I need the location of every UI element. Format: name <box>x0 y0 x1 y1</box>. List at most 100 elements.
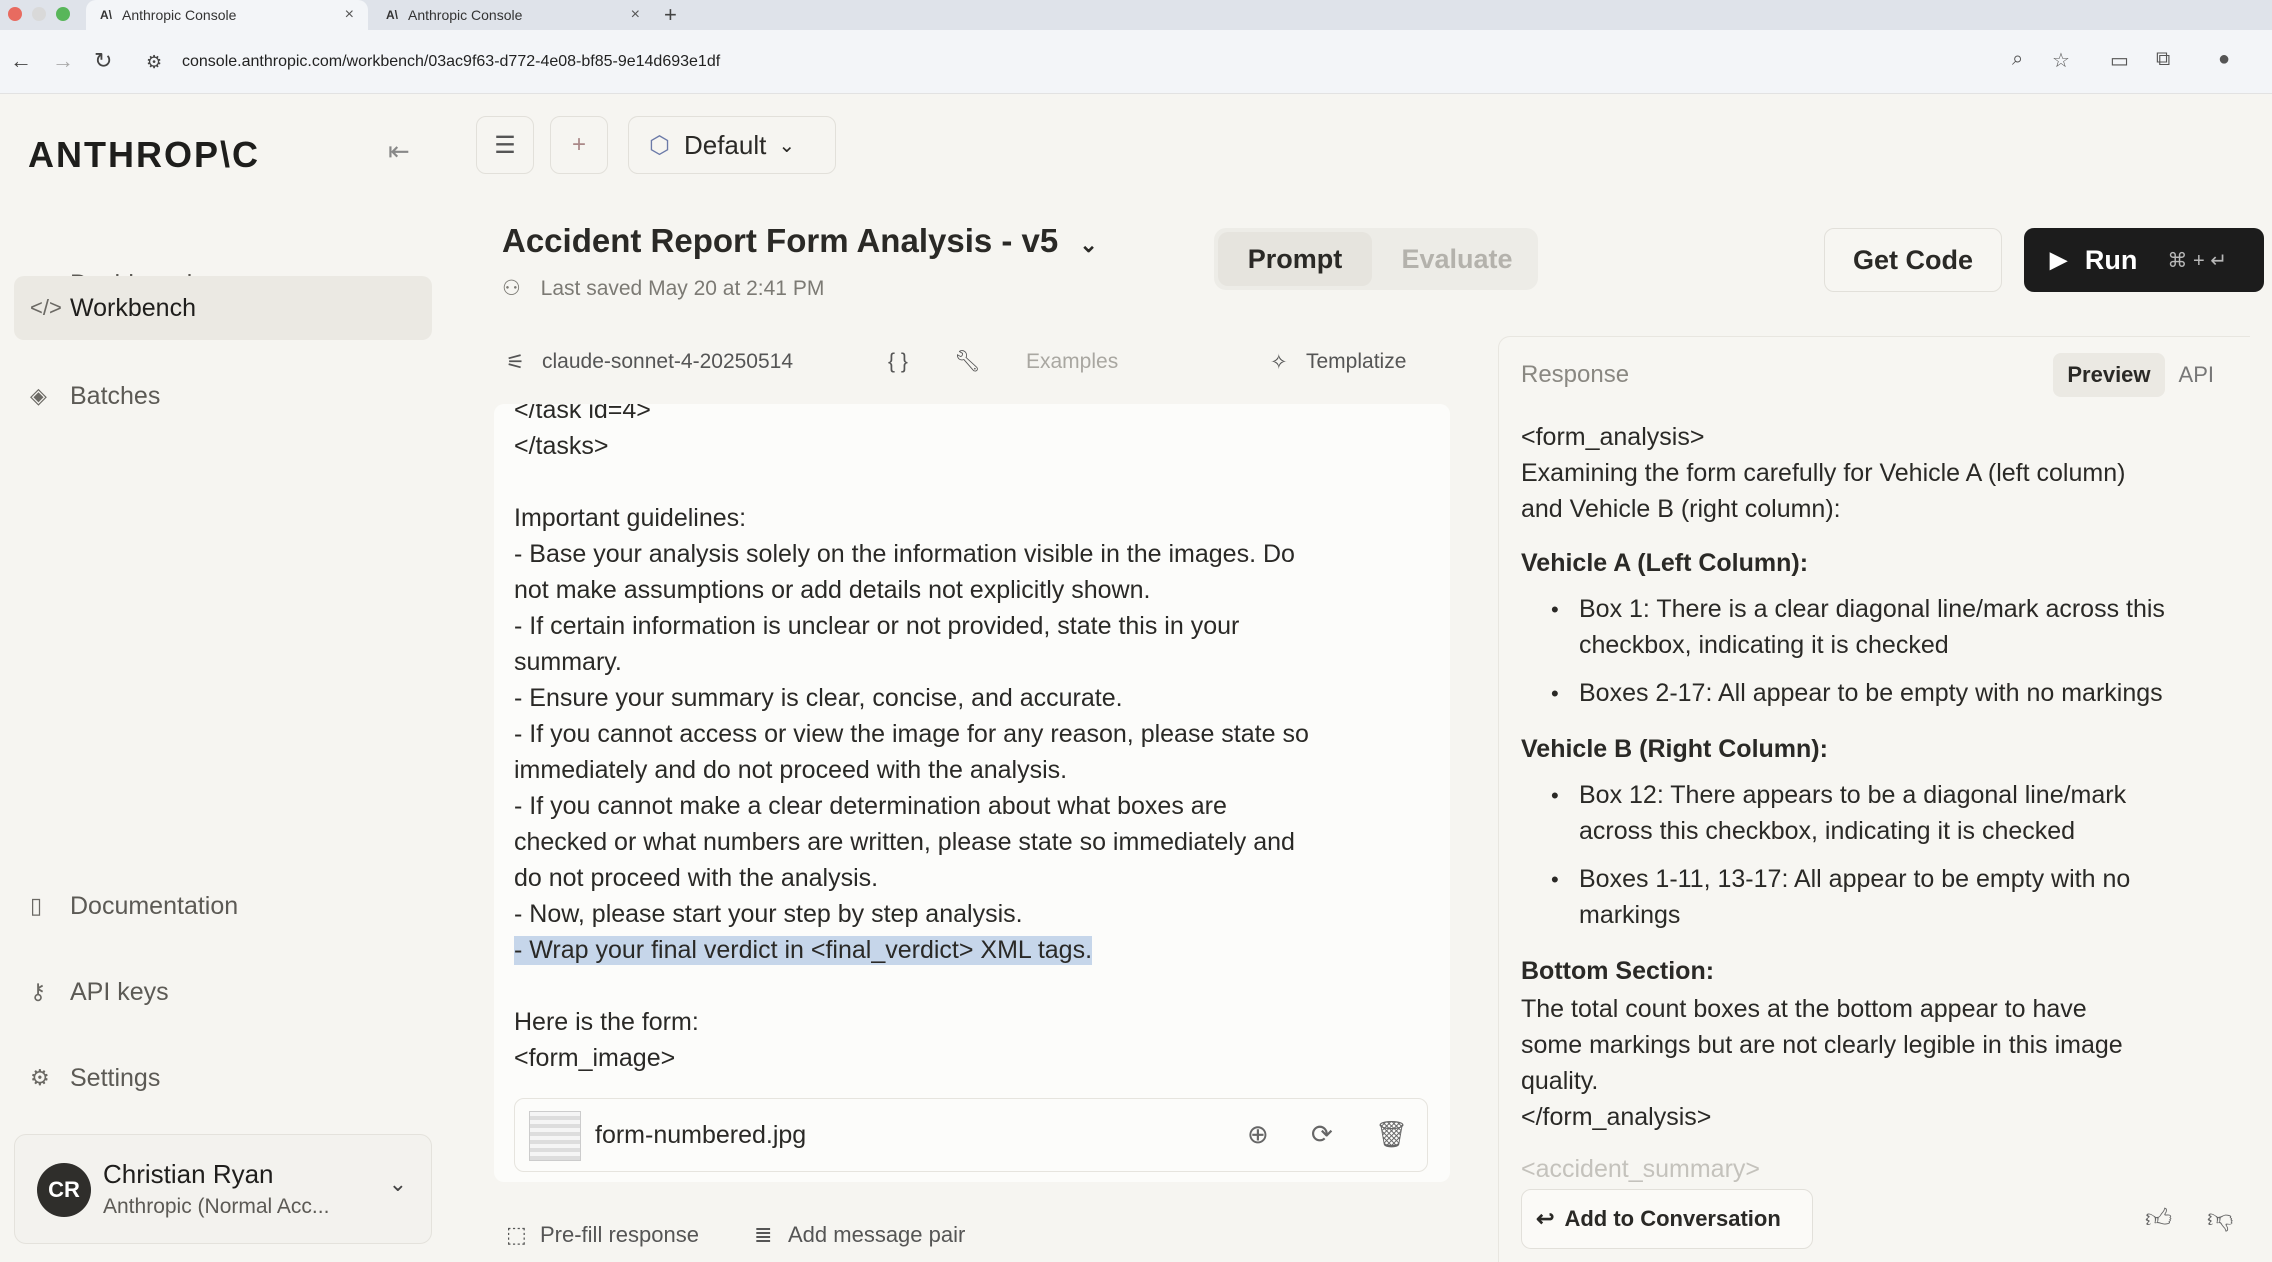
bullet: • <box>1551 783 1559 808</box>
sidebar: ANTHROP\C ⇤ ⌂ Dashboard </> Workbench ◈ … <box>0 94 450 1262</box>
response-line: </form_analysis> <box>1521 1103 1712 1131</box>
sparkle-icon[interactable]: ✧ <box>1270 350 1288 375</box>
zoom-icon[interactable]: ⌕ <box>2012 48 2023 71</box>
chevron-down-icon[interactable]: ⌄ <box>1079 232 1097 257</box>
response-view-tabs: Preview API <box>2053 353 2228 397</box>
bookmark-star-icon[interactable]: ☆ <box>2052 48 2070 73</box>
prefill-icon[interactable]: ⬚ <box>506 1222 527 1248</box>
templatize-button[interactable]: Templatize <box>1306 350 1406 374</box>
prefill-response-button[interactable]: Pre-fill response <box>540 1222 699 1248</box>
project-selector[interactable]: ⬡ Default ⌄ <box>628 116 836 174</box>
sidebar-item-settings[interactable]: ⚙ Settings <box>14 1046 432 1110</box>
address-bar: ← → ↻ ⚙ console.anthropic.com/workbench/… <box>0 30 2272 94</box>
chevron-down-icon: ⌄ <box>778 134 796 157</box>
cube-icon: ⬡ <box>649 131 670 159</box>
profile-avatar-icon[interactable]: ● <box>2218 48 2230 71</box>
model-selector[interactable]: claude-sonnet-4-20250514 <box>542 350 793 374</box>
thumbs-up-icon[interactable]: 👍︎ <box>2145 1203 2172 1234</box>
forward-icon[interactable]: → <box>52 48 74 74</box>
add-message-pair-button[interactable]: Add message pair <box>788 1222 965 1248</box>
sidebar-item-label: Documentation <box>70 891 239 920</box>
close-icon[interactable]: × <box>631 6 640 24</box>
play-icon: ▶ <box>2050 247 2067 272</box>
variables-button[interactable]: { } <box>888 350 908 374</box>
thumbs-down-icon[interactable]: 👎︎ <box>2207 1203 2233 1234</box>
response-line: and Vehicle B (right column): <box>1521 495 1841 523</box>
wrench-icon[interactable]: 🔧︎ <box>954 350 981 374</box>
prompt-line: - If you cannot make a clear determinati… <box>514 792 1227 820</box>
response-line: The total count boxes at the bottom appe… <box>1521 995 2087 1023</box>
tab-preview[interactable]: Preview <box>2053 353 2165 397</box>
prompt-title-text: Accident Report Form Analysis - v5 <box>502 222 1059 259</box>
reload-icon[interactable]: ↻ <box>94 48 112 74</box>
gear-icon: ⚙ <box>30 1065 50 1090</box>
user-account-menu[interactable]: CR Christian Ryan Anthropic (Normal Acc.… <box>14 1134 432 1244</box>
examples-button[interactable]: Examples <box>1026 350 1118 374</box>
window-close-button[interactable] <box>8 7 22 21</box>
collaborators-icon: ⚇ <box>502 277 521 300</box>
response-line: checkbox, indicating it is checked <box>1579 631 1949 659</box>
tab-prompt[interactable]: Prompt <box>1218 232 1372 286</box>
bullet: • <box>1551 597 1559 622</box>
image-attachment[interactable]: form-numbered.jpg ⊕ ⟳ 🗑︎ <box>514 1098 1428 1172</box>
add-to-conversation-label: Add to Conversation <box>1564 1206 1781 1231</box>
prompt-list-button[interactable]: ☰ <box>476 116 534 174</box>
response-line: Boxes 2-17: All appear to be empty with … <box>1579 679 2163 707</box>
new-tab-button[interactable]: + <box>664 2 677 28</box>
run-button[interactable]: ▶ Run ⌘ + ↵ <box>2024 228 2264 292</box>
response-panel: Response Preview API <form_analysis> Exa… <box>1498 336 2250 1262</box>
sidebar-item-label: Workbench <box>70 293 196 322</box>
bullet: • <box>1551 681 1559 706</box>
prompt-line: - If certain information is unclear or n… <box>514 612 1240 640</box>
attachment-filename: form-numbered.jpg <box>595 1121 807 1149</box>
browser-tab-bar: A\ Anthropic Console × A\ Anthropic Cons… <box>0 0 2272 30</box>
zoom-in-icon[interactable]: ⊕ <box>1247 1119 1269 1150</box>
tab-api[interactable]: API <box>2165 353 2228 397</box>
browser-tab-active[interactable]: A\ Anthropic Console × <box>86 0 368 30</box>
response-heading: Bottom Section: <box>1521 957 1715 985</box>
trash-icon[interactable]: 🗑︎ <box>1375 1119 1408 1150</box>
browser-tab[interactable]: A\ Anthropic Console × <box>372 0 654 30</box>
bullet: • <box>1551 867 1559 892</box>
sidebar-item-api-keys[interactable]: ⚷ API keys <box>14 960 432 1024</box>
new-prompt-button[interactable]: + <box>550 116 608 174</box>
avatar: CR <box>37 1163 91 1217</box>
response-line: Examining the form carefully for Vehicle… <box>1521 459 2126 487</box>
prompt-line: Here is the form: <box>514 1008 699 1036</box>
anthropic-logo[interactable]: ANTHROP\C <box>28 134 260 176</box>
refresh-icon[interactable]: ⟳ <box>1311 1119 1333 1150</box>
close-icon[interactable]: × <box>345 6 354 24</box>
response-line: across this checkbox, indicating it is c… <box>1579 817 2076 845</box>
window-minimize-button[interactable] <box>32 7 46 21</box>
sidebar-item-batches[interactable]: ◈ Batches <box>14 364 432 428</box>
response-heading: Vehicle B (Right Column): <box>1521 735 1828 763</box>
prompt-line: </tasks> <box>514 432 609 460</box>
window-maximize-button[interactable] <box>56 7 70 21</box>
prompt-line: not make assumptions or add details not … <box>514 576 1151 604</box>
message-pair-icon[interactable]: ≣ <box>754 1222 772 1248</box>
user-name: Christian Ryan <box>103 1159 274 1189</box>
tab-title: Anthropic Console <box>408 7 523 23</box>
image-thumbnail <box>529 1111 581 1161</box>
back-icon[interactable]: ← <box>10 48 32 74</box>
run-label: Run <box>2084 244 2138 275</box>
prompt-line: summary. <box>514 648 622 676</box>
tab-evaluate[interactable]: Evaluate <box>1380 232 1534 286</box>
url-field[interactable]: console.anthropic.com/workbench/03ac9f63… <box>182 53 720 71</box>
prompt-title[interactable]: Accident Report Form Analysis - v5 ⌄ <box>502 222 1098 260</box>
extensions-icon[interactable]: ⧉ <box>2156 48 2170 71</box>
response-title: Response <box>1521 361 1630 388</box>
sidebar-item-documentation[interactable]: ▯ Documentation <box>14 874 432 938</box>
sidebar-item-workbench[interactable]: </> Workbench <box>14 276 432 340</box>
response-line: quality. <box>1521 1067 1599 1095</box>
response-heading: Vehicle A (Left Column): <box>1521 549 1809 577</box>
collapse-sidebar-icon[interactable]: ⇤ <box>388 136 410 167</box>
prompt-evaluate-tabs: Prompt Evaluate <box>1214 228 1538 290</box>
site-settings-icon[interactable]: ⚙ <box>146 52 162 73</box>
prompt-editor[interactable]: </task id=4> </tasks> Important guidelin… <box>494 404 1450 1182</box>
project-name: Default <box>683 129 767 160</box>
add-to-conversation-button[interactable]: ↩ Add to Conversation <box>1521 1189 1813 1249</box>
get-code-button[interactable]: Get Code <box>1824 228 2002 292</box>
model-settings-icon[interactable]: ⚟ <box>506 350 525 375</box>
cast-icon[interactable]: ▭ <box>2110 48 2129 73</box>
